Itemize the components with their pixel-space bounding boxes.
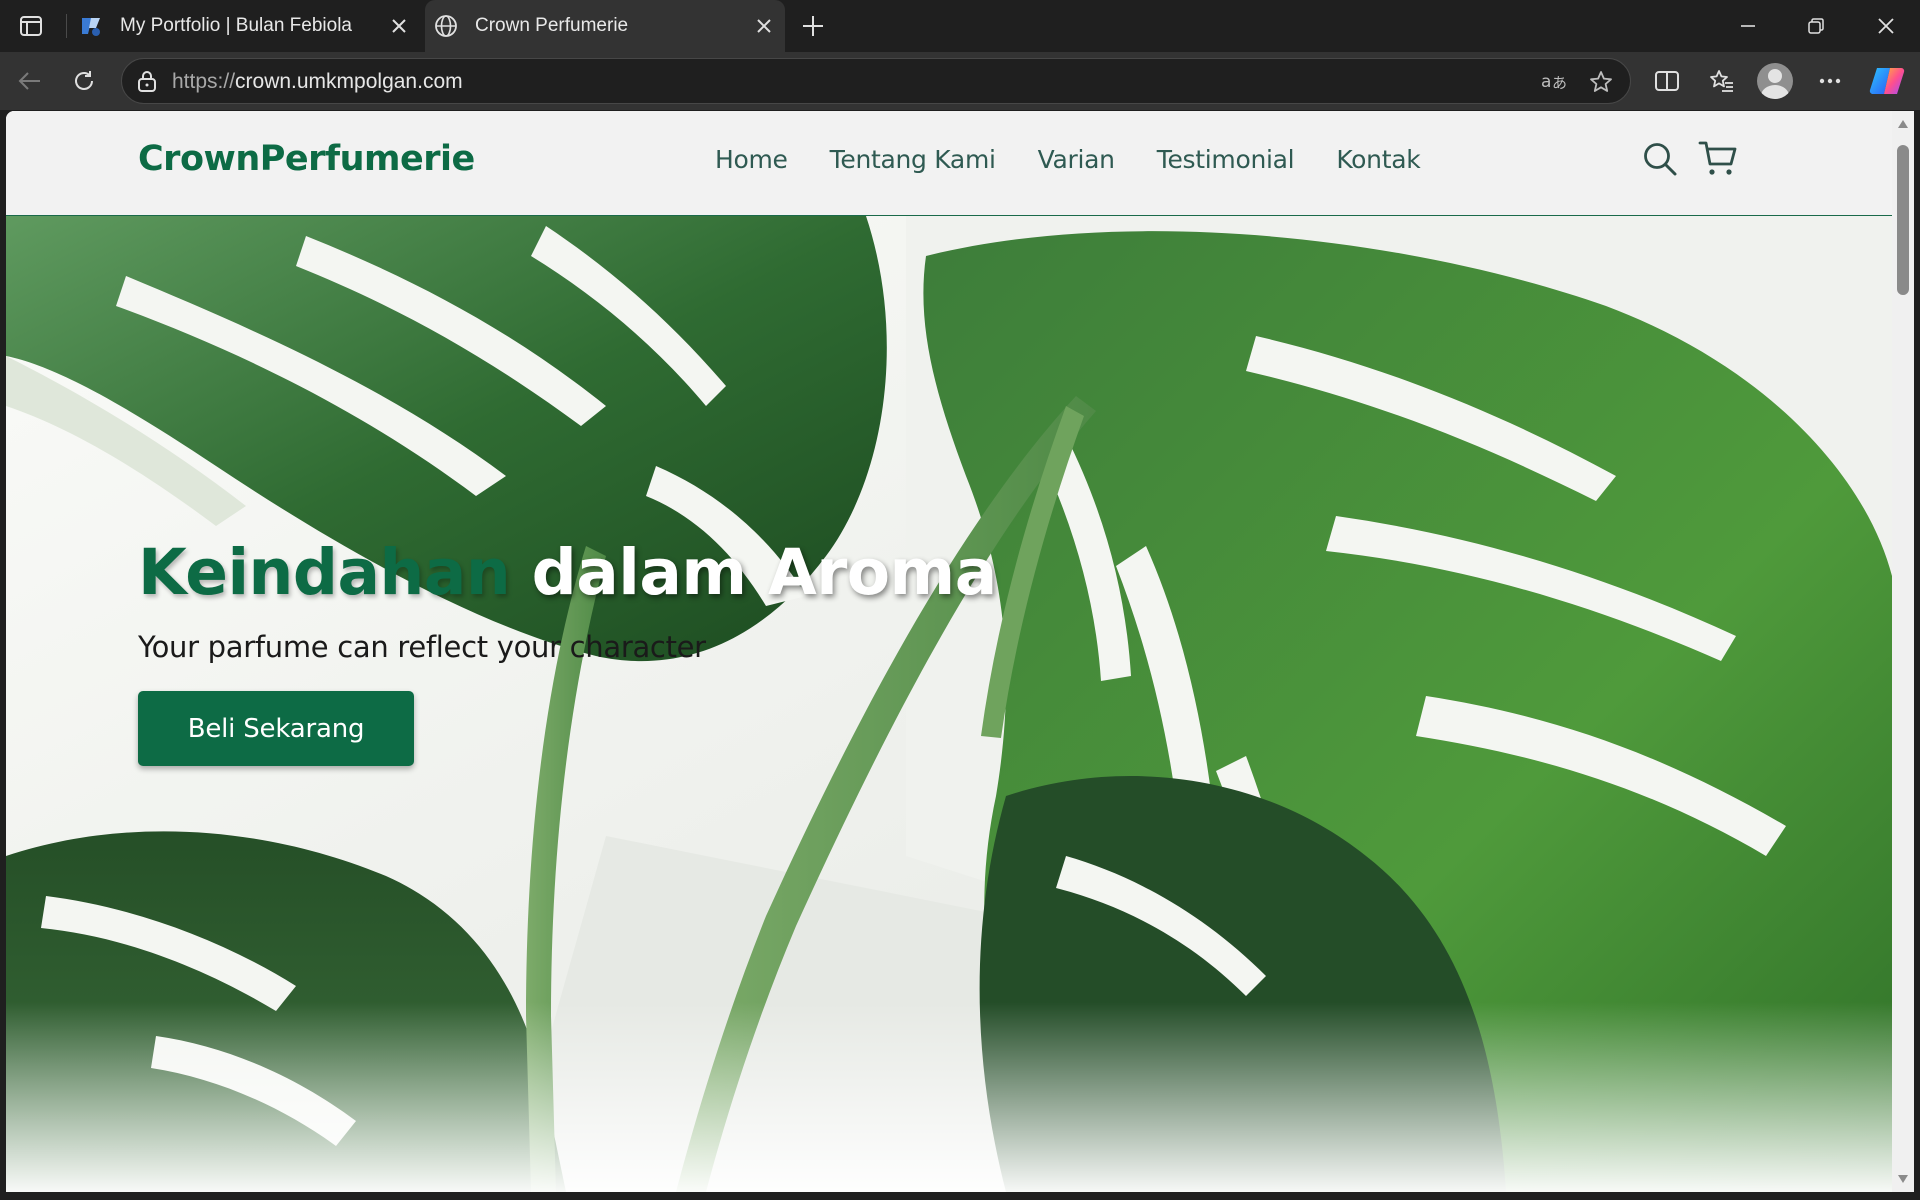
url-text: https://crown.umkmpolgan.com bbox=[172, 70, 463, 94]
split-screen-icon bbox=[1655, 71, 1679, 91]
hero-section: Keindahan dalam Aroma Your parfume can r… bbox=[6, 216, 1892, 1192]
minimize-icon bbox=[1741, 25, 1755, 27]
copilot-icon[interactable] bbox=[1868, 62, 1906, 100]
back-button[interactable] bbox=[10, 61, 50, 101]
svg-text:a: a bbox=[1541, 72, 1551, 92]
globe-icon bbox=[433, 13, 459, 39]
hero-title: Keindahan dalam Aroma bbox=[138, 536, 997, 609]
close-window-button[interactable] bbox=[1852, 0, 1920, 52]
scrollbar-thumb[interactable] bbox=[1897, 145, 1909, 295]
scroll-down-icon[interactable] bbox=[1896, 1172, 1910, 1186]
reload-icon bbox=[75, 71, 93, 90]
more-options-button[interactable] bbox=[1810, 61, 1850, 101]
tab-portfolio[interactable]: My Portfolio | Bulan Febiola bbox=[70, 0, 420, 52]
url-scheme: https:// bbox=[172, 70, 236, 93]
nav-varian[interactable]: Varian bbox=[1038, 145, 1115, 174]
hero-title-rest: dalam Aroma bbox=[510, 536, 998, 609]
favorites-button[interactable] bbox=[1702, 61, 1742, 101]
tab-separator bbox=[66, 14, 67, 38]
cart-icon[interactable] bbox=[1696, 137, 1740, 181]
ellipsis-icon bbox=[1819, 78, 1841, 84]
reload-button[interactable] bbox=[64, 61, 104, 101]
back-arrow-icon bbox=[18, 72, 40, 90]
nav-testimonial[interactable]: Testimonial bbox=[1157, 145, 1295, 174]
buy-now-button[interactable]: Beli Sekarang bbox=[138, 691, 414, 766]
tab-strip: My Portfolio | Bulan Febiola Crown Perfu… bbox=[0, 0, 1920, 52]
close-tab-icon[interactable] bbox=[384, 11, 414, 41]
hero-bottom-fade bbox=[6, 1002, 1892, 1192]
close-icon bbox=[1878, 18, 1894, 34]
portfolio-favicon-icon bbox=[78, 13, 104, 39]
vertical-scrollbar[interactable] bbox=[1892, 111, 1914, 1192]
nav-home[interactable]: Home bbox=[715, 145, 788, 174]
tab-title: Crown Perfumerie bbox=[475, 15, 629, 36]
restore-button[interactable] bbox=[1782, 0, 1850, 52]
nav-kontak[interactable]: Kontak bbox=[1336, 145, 1420, 174]
nav-tentang-kami[interactable]: Tentang Kami bbox=[830, 145, 996, 174]
profile-avatar[interactable] bbox=[1757, 63, 1793, 99]
address-bar[interactable]: https://crown.umkmpolgan.com aあ bbox=[121, 58, 1631, 104]
avatar-body bbox=[1761, 85, 1789, 99]
hero-subtitle: Your parfume can reflect your character bbox=[138, 630, 706, 664]
svg-text:あ: あ bbox=[1552, 74, 1567, 92]
site-logo[interactable]: CrownPerfumerie bbox=[138, 139, 475, 179]
favorites-icon bbox=[1710, 70, 1733, 92]
search-icon[interactable] bbox=[1638, 137, 1682, 181]
plus-icon bbox=[803, 16, 823, 36]
minimize-button[interactable] bbox=[1714, 0, 1782, 52]
split-screen-button[interactable] bbox=[1647, 61, 1687, 101]
avatar-head bbox=[1768, 69, 1782, 83]
page-viewport: CrownPerfumerie Home Tentang Kami Varian… bbox=[6, 111, 1892, 1192]
toolbar: https://crown.umkmpolgan.com aあ bbox=[0, 52, 1920, 110]
tab-actions-button[interactable] bbox=[10, 10, 52, 42]
tab-title: My Portfolio | Bulan Febiola bbox=[120, 15, 352, 36]
main-nav: Home Tentang Kami Varian Testimonial Kon… bbox=[715, 145, 1421, 174]
sidebar-toggle-icon bbox=[20, 16, 42, 36]
url-host: crown.umkmpolgan.com bbox=[235, 70, 463, 93]
tab-crown-perfumerie[interactable]: Crown Perfumerie bbox=[425, 0, 785, 52]
close-tab-icon[interactable] bbox=[749, 11, 779, 41]
favorite-star-icon[interactable] bbox=[1587, 68, 1615, 96]
new-tab-button[interactable] bbox=[795, 8, 831, 44]
restore-icon bbox=[1808, 18, 1824, 34]
scroll-up-icon[interactable] bbox=[1896, 117, 1910, 131]
translate-icon[interactable]: aあ bbox=[1540, 68, 1568, 96]
hero-title-highlight: Keindahan bbox=[138, 536, 511, 609]
lock-icon[interactable] bbox=[134, 68, 160, 94]
site-header: CrownPerfumerie Home Tentang Kami Varian… bbox=[6, 111, 1892, 216]
